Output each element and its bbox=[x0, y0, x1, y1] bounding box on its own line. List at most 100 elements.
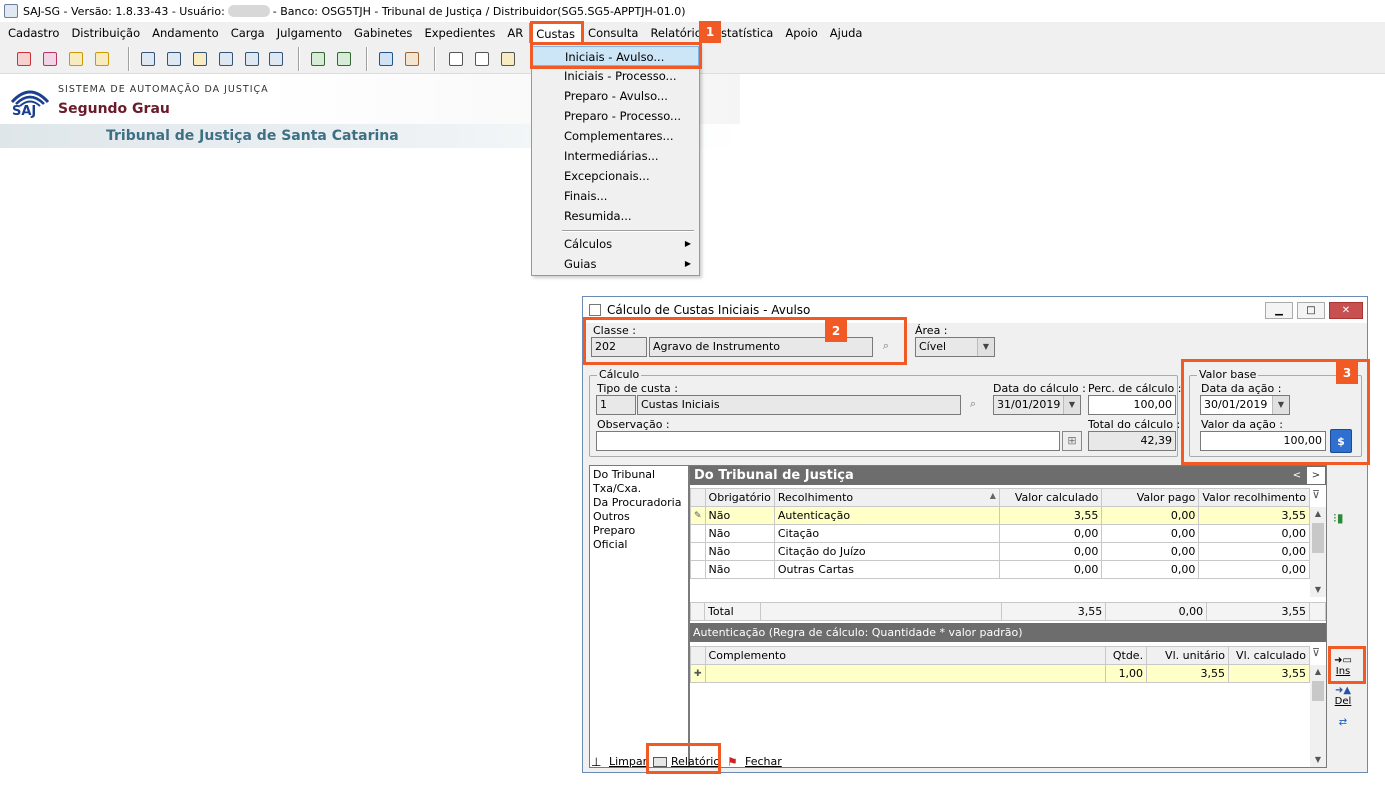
col-valor-pago[interactable]: Valor pago bbox=[1101, 488, 1200, 507]
category-item[interactable]: Da Procuradoria bbox=[593, 496, 685, 510]
cell-recolhimento[interactable]: Outras Cartas bbox=[773, 560, 1000, 579]
menu-gabinetes[interactable]: Gabinetes bbox=[348, 23, 418, 43]
cell-obrigatorio[interactable]: Não bbox=[704, 560, 775, 579]
puzzle-tool-icon[interactable] bbox=[92, 49, 112, 69]
menu-expedientes[interactable]: Expedientes bbox=[418, 23, 501, 43]
doc-back-icon[interactable] bbox=[334, 49, 354, 69]
observacao-field[interactable] bbox=[596, 431, 1060, 451]
cell-qtde[interactable]: 1,00 bbox=[1105, 664, 1148, 683]
cell-complemento[interactable] bbox=[704, 664, 1107, 683]
scroll-thumb[interactable] bbox=[1312, 681, 1324, 701]
col-qtde[interactable]: Qtde. bbox=[1105, 646, 1148, 665]
scroll-up-icon[interactable]: ▲ bbox=[1310, 507, 1326, 521]
tipo-custa-search-icon[interactable]: ⌕ bbox=[963, 395, 983, 415]
cell-obrigatorio[interactable]: Não bbox=[704, 506, 775, 525]
cell-obrigatorio[interactable]: Não bbox=[704, 542, 775, 561]
menu-carga[interactable]: Carga bbox=[225, 23, 271, 43]
col-valor-recolhimento[interactable]: Valor recolhimento bbox=[1198, 488, 1310, 507]
cell-valor-calculado[interactable]: 3,55 bbox=[998, 506, 1103, 525]
col-vl-calculado[interactable]: Vl. calculado bbox=[1227, 646, 1311, 665]
tag-tool-icon[interactable] bbox=[66, 49, 86, 69]
cell-recolhimento[interactable]: Citação do Juízo bbox=[773, 542, 1000, 561]
category-item[interactable]: Txa/Cxa. bbox=[593, 482, 685, 496]
page-search-icon[interactable] bbox=[498, 49, 518, 69]
menu-item-resumida[interactable]: Resumida... bbox=[532, 206, 699, 226]
close-icon[interactable]: ✕ bbox=[1329, 302, 1363, 319]
menu-distribuicao[interactable]: Distribuição bbox=[65, 23, 146, 43]
menu-item-preparo-processo[interactable]: Preparo - Processo... bbox=[532, 106, 699, 126]
cell-recolhimento[interactable]: Citação bbox=[773, 524, 1000, 543]
menu-item-excepcionais[interactable]: Excepcionais... bbox=[532, 166, 699, 186]
area-select[interactable]: Cível ▼ bbox=[915, 337, 995, 357]
menu-item-calculos[interactable]: Cálculos ▶ bbox=[532, 234, 699, 254]
pages-icon[interactable] bbox=[472, 49, 492, 69]
minimize-icon[interactable]: ▁ bbox=[1265, 302, 1293, 319]
del-button[interactable]: ➜▲ Del bbox=[1330, 685, 1356, 707]
menu-consulta[interactable]: Consulta bbox=[582, 23, 644, 43]
tipo-custa-name-field[interactable]: Custas Iniciais bbox=[637, 395, 961, 415]
cell-vl-unitario[interactable]: 3,55 bbox=[1146, 664, 1229, 683]
table-row[interactable]: Não Citação do Juízo 0,00 0,00 0,00 bbox=[690, 542, 1310, 561]
category-item[interactable]: Preparo bbox=[593, 524, 685, 538]
observacao-editor-icon[interactable]: ⊞ bbox=[1062, 431, 1082, 451]
flag-tool-icon[interactable] bbox=[14, 49, 34, 69]
table-row[interactable]: ✎ Não Autenticação 3,55 0,00 3,55 bbox=[690, 506, 1310, 525]
data-calculo-field[interactable]: 31/01/2019 ▼ bbox=[993, 395, 1081, 415]
tipo-custa-code-field[interactable]: 1 bbox=[596, 395, 636, 415]
cell-recolhimento[interactable]: Autenticação bbox=[773, 506, 1000, 525]
arrow-tool-icon[interactable] bbox=[376, 49, 396, 69]
col-recolhimento[interactable]: Recolhimento ▲ bbox=[773, 488, 1000, 507]
perc-calculo-field[interactable]: 100,00 bbox=[1088, 395, 1176, 415]
menu-item-finais[interactable]: Finais... bbox=[532, 186, 699, 206]
scroll-thumb[interactable] bbox=[1312, 523, 1324, 553]
tree-tool-icon[interactable] bbox=[402, 49, 422, 69]
col-valor-calculado[interactable]: Valor calculado bbox=[998, 488, 1103, 507]
doc-search-icon[interactable] bbox=[164, 49, 184, 69]
nav-next-icon[interactable]: > bbox=[1307, 467, 1325, 484]
cell-valor-pago[interactable]: 0,00 bbox=[1101, 560, 1200, 579]
swap-arrows-icon[interactable]: ⇄ bbox=[1330, 717, 1356, 728]
menu-ajuda[interactable]: Ajuda bbox=[824, 23, 869, 43]
cell-valor-calculado[interactable]: 0,00 bbox=[998, 560, 1103, 579]
menu-item-guias[interactable]: Guias ▶ bbox=[532, 254, 699, 274]
table-row[interactable]: Não Citação 0,00 0,00 0,00 bbox=[690, 524, 1310, 543]
category-item[interactable]: Do Tribunal bbox=[593, 468, 685, 482]
cell-valor-recolhimento[interactable]: 0,00 bbox=[1198, 524, 1310, 543]
menu-apoio[interactable]: Apoio bbox=[779, 23, 823, 43]
complemento-scrollbar[interactable]: ▲ ▼ bbox=[1310, 665, 1326, 767]
menu-item-complementares[interactable]: Complementares... bbox=[532, 126, 699, 146]
doc-add-icon[interactable] bbox=[138, 49, 158, 69]
scroll-up-icon[interactable]: ▲ bbox=[1310, 665, 1326, 679]
table-row[interactable]: ✚ 1,00 3,55 3,55 bbox=[690, 664, 1311, 683]
page-icon[interactable] bbox=[446, 49, 466, 69]
cell-vl-calculado[interactable]: 3,55 bbox=[1227, 664, 1311, 683]
pencil-tool-icon[interactable] bbox=[40, 49, 60, 69]
cell-valor-pago[interactable]: 0,00 bbox=[1101, 524, 1200, 543]
menu-julgamento[interactable]: Julgamento bbox=[271, 23, 348, 43]
cell-obrigatorio[interactable]: Não bbox=[704, 524, 775, 543]
menu-cadastro[interactable]: Cadastro bbox=[2, 23, 65, 43]
cell-valor-pago[interactable]: 0,00 bbox=[1101, 506, 1200, 525]
table-row[interactable]: Não Outras Cartas 0,00 0,00 0,00 bbox=[690, 560, 1310, 579]
cell-valor-recolhimento[interactable]: 0,00 bbox=[1198, 542, 1310, 561]
doc-copy-icon[interactable] bbox=[242, 49, 262, 69]
nav-prev-icon[interactable]: < bbox=[1288, 467, 1306, 484]
menu-ar[interactable]: AR bbox=[501, 23, 529, 43]
limpar-button[interactable]: ⊥ Limpar bbox=[589, 753, 647, 771]
menu-item-preparo-avulso[interactable]: Preparo - Avulso... bbox=[532, 86, 699, 106]
menu-andamento[interactable]: Andamento bbox=[146, 23, 225, 43]
database-edit-icon[interactable]: ⁝▮ bbox=[1333, 511, 1355, 529]
cell-valor-calculado[interactable]: 0,00 bbox=[998, 524, 1103, 543]
col-obrigatorio[interactable]: Obrigatório bbox=[704, 488, 775, 507]
col-vl-unitario[interactable]: Vl. unitário bbox=[1146, 646, 1229, 665]
cell-valor-recolhimento[interactable]: 3,55 bbox=[1198, 506, 1310, 525]
table-scrollbar[interactable]: ▲ ▼ bbox=[1310, 507, 1326, 597]
fechar-button[interactable]: ⚑ Fechar bbox=[725, 753, 782, 771]
col-complemento[interactable]: Complemento bbox=[704, 646, 1107, 665]
doc-list-icon[interactable] bbox=[266, 49, 286, 69]
filter-icon[interactable]: ⊽ bbox=[1312, 646, 1320, 659]
cell-valor-pago[interactable]: 0,00 bbox=[1101, 542, 1200, 561]
cell-valor-recolhimento[interactable]: 0,00 bbox=[1198, 560, 1310, 579]
scroll-down-icon[interactable]: ▼ bbox=[1310, 753, 1326, 767]
maximize-icon[interactable]: □ bbox=[1297, 302, 1325, 319]
